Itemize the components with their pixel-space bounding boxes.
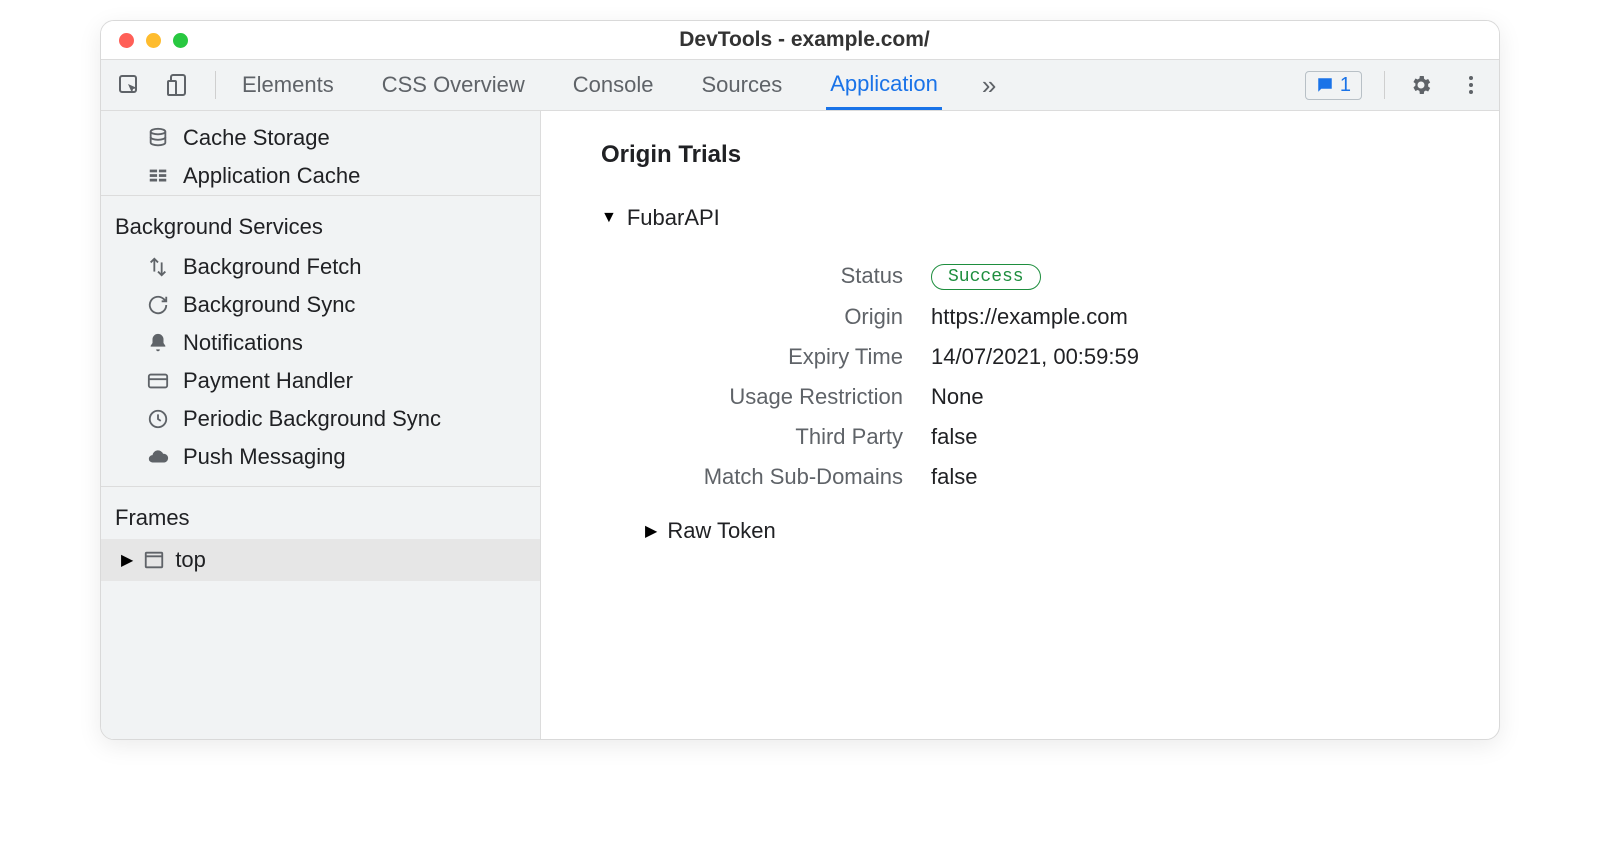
raw-token-label: Raw Token [667, 518, 775, 544]
tab-application[interactable]: Application [826, 60, 942, 110]
field-value-expiry: 14/07/2021, 00:59:59 [931, 344, 1139, 370]
origin-trials-panel: Origin Trials ▼ FubarAPI Status Success … [541, 111, 1499, 739]
sidebar-item-payment-handler[interactable]: Payment Handler [101, 362, 540, 400]
credit-card-icon [147, 370, 169, 392]
field-value-usage: None [931, 384, 984, 410]
triangle-right-icon: ▶ [121, 550, 133, 570]
clock-icon [147, 408, 169, 430]
sidebar-item-background-sync[interactable]: Background Sync [101, 286, 540, 324]
sidebar-item-label: Periodic Background Sync [183, 406, 441, 432]
sidebar-item-cache-storage[interactable]: Cache Storage [101, 119, 540, 157]
sync-icon [147, 294, 169, 316]
grid-icon [147, 165, 169, 187]
sidebar-item-notifications[interactable]: Notifications [101, 324, 540, 362]
sidebar-item-label: Notifications [183, 330, 303, 356]
inspect-element-icon[interactable] [115, 71, 143, 99]
devtools-toolbar: Elements CSS Overview Console Sources Ap… [101, 59, 1499, 111]
window-title: DevTools - example.com/ [128, 28, 1481, 52]
sidebar-item-push-messaging[interactable]: Push Messaging [101, 438, 540, 476]
field-value-match-sub: false [931, 464, 977, 490]
issues-badge[interactable]: 1 [1305, 71, 1362, 100]
devtools-window: DevTools - example.com/ Elements CSS Ove… [100, 20, 1500, 740]
tab-sources[interactable]: Sources [697, 60, 786, 110]
sidebar-section-frames: Frames [101, 487, 540, 539]
sidebar-item-label: Background Sync [183, 292, 355, 318]
triangle-down-icon: ▼ [601, 209, 617, 227]
cloud-icon [147, 446, 169, 468]
gear-icon[interactable] [1407, 71, 1435, 99]
sidebar-item-label: Push Messaging [183, 444, 346, 470]
tab-css-overview[interactable]: CSS Overview [378, 60, 529, 110]
field-label-origin: Origin [601, 304, 931, 330]
separator [1384, 71, 1385, 99]
kebab-menu-icon[interactable] [1457, 71, 1485, 99]
raw-token-entry[interactable]: ▶ Raw Token [645, 518, 1439, 544]
field-value-third-party: false [931, 424, 977, 450]
separator [215, 71, 216, 99]
trial-name: FubarAPI [627, 205, 720, 231]
triangle-right-icon: ▶ [645, 521, 657, 541]
sidebar-item-label: Background Fetch [183, 254, 362, 280]
window-icon [143, 549, 165, 571]
sidebar-item-label: Cache Storage [183, 125, 330, 151]
sidebar-item-label: top [175, 547, 206, 573]
trial-entry[interactable]: ▼ FubarAPI [601, 205, 1439, 231]
field-label-status: Status [601, 263, 931, 289]
tab-elements[interactable]: Elements [238, 60, 338, 110]
up-down-arrows-icon [147, 256, 169, 278]
tab-console[interactable]: Console [569, 60, 658, 110]
field-value-origin: https://example.com [931, 304, 1128, 330]
sidebar-item-label: Payment Handler [183, 368, 353, 394]
database-icon [147, 127, 169, 149]
bell-icon [147, 332, 169, 354]
issues-count: 1 [1340, 74, 1351, 97]
sidebar-item-application-cache[interactable]: Application Cache [101, 157, 540, 195]
devtools-tabs: Elements CSS Overview Console Sources Ap… [238, 60, 996, 110]
panel-heading: Origin Trials [601, 141, 1439, 169]
sidebar-item-periodic-bg-sync[interactable]: Periodic Background Sync [101, 400, 540, 438]
field-label-expiry: Expiry Time [601, 344, 931, 370]
sidebar-section-background-services: Background Services [101, 195, 540, 248]
titlebar: DevTools - example.com/ [101, 21, 1499, 59]
more-tabs-icon[interactable]: » [982, 70, 996, 101]
status-badge: Success [931, 264, 1041, 290]
trial-fields: Status Success Origin https://example.co… [601, 261, 1439, 490]
field-label-match-sub: Match Sub-Domains [601, 464, 931, 490]
device-toolbar-icon[interactable] [165, 71, 193, 99]
sidebar-item-label: Application Cache [183, 163, 360, 189]
sidebar-item-background-fetch[interactable]: Background Fetch [101, 248, 540, 286]
field-label-usage: Usage Restriction [601, 384, 931, 410]
field-label-third-party: Third Party [601, 424, 931, 450]
application-sidebar: Cache Storage Application Cache Backgrou… [101, 111, 541, 739]
sidebar-item-frame-top[interactable]: ▶ top [101, 539, 540, 581]
